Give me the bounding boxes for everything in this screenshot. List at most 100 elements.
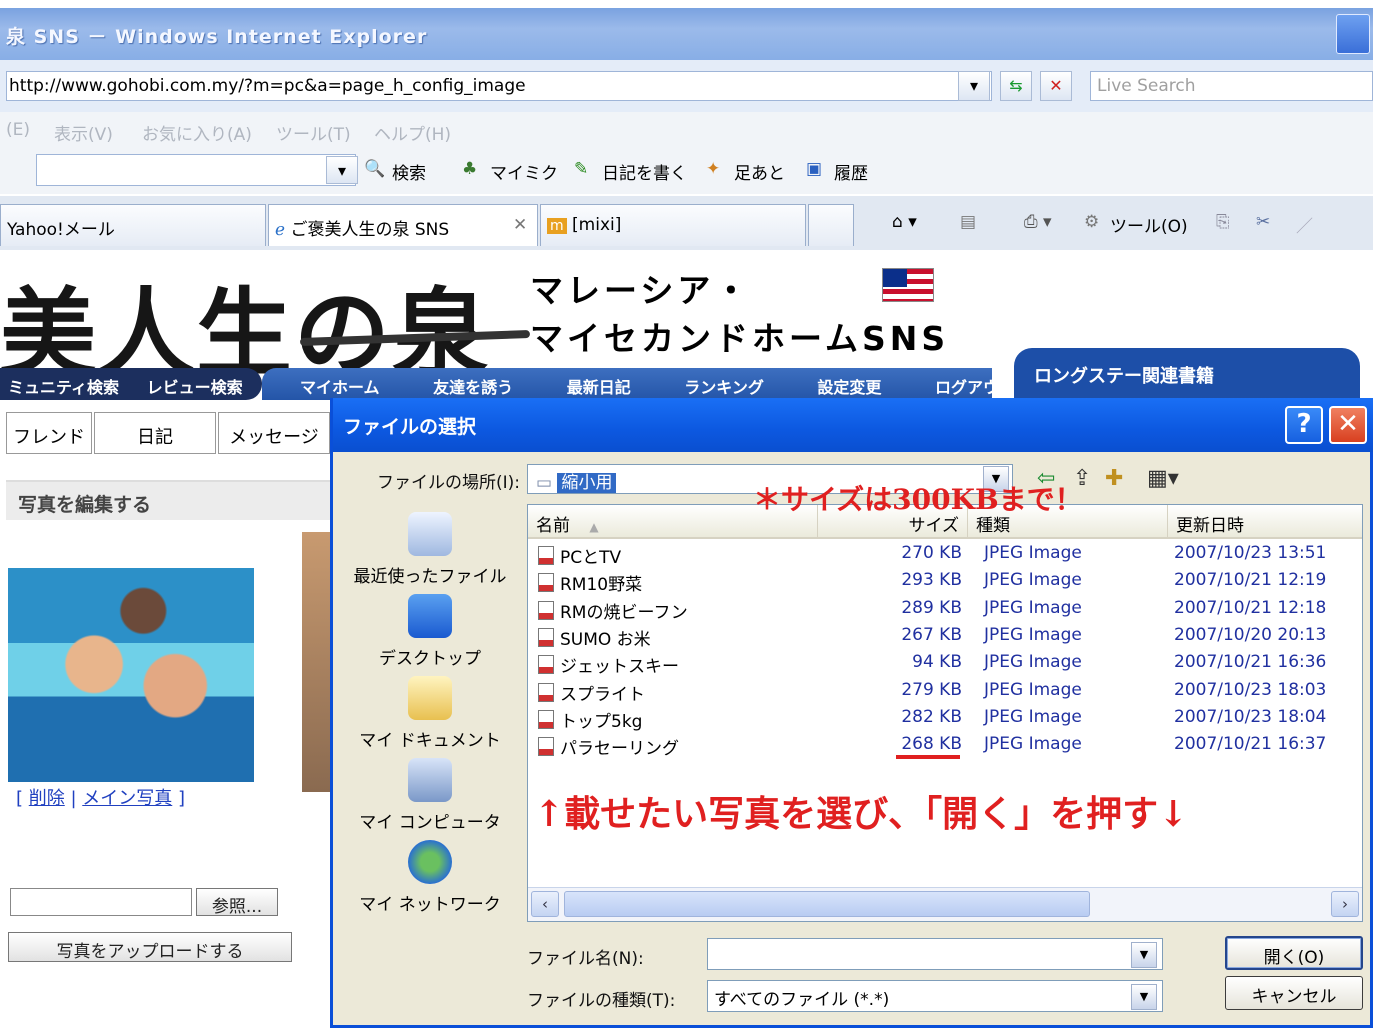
upload-photo-button[interactable]: 写真をアップロードする bbox=[8, 932, 292, 962]
clock-icon bbox=[408, 512, 452, 556]
tab-label: Yahoo!メール bbox=[7, 220, 115, 240]
horizontal-scrollbar[interactable]: ‹ › bbox=[528, 887, 1362, 921]
file-row[interactable]: SUMO お米 267 KB JPEG Image 2007/10/20 20:13 bbox=[528, 623, 1362, 650]
nav-invite-friends[interactable]: 友達を誘う bbox=[433, 378, 513, 397]
toolbar-footprints[interactable]: 足あと bbox=[734, 159, 785, 184]
toolbar-mixi[interactable]: マイミク bbox=[490, 159, 558, 184]
file-row[interactable]: ジェットスキー 94 KB JPEG Image 2007/10/21 16:36 bbox=[528, 650, 1362, 677]
live-search-input[interactable]: Live Search bbox=[1090, 71, 1373, 101]
nav-ranking[interactable]: ランキング bbox=[684, 378, 764, 397]
size-limit-annotation: ＊サイズは300KBまで！ bbox=[753, 483, 1083, 516]
file-type: JPEG Image bbox=[984, 543, 1082, 563]
uploaded-photo-2 bbox=[302, 532, 332, 792]
photo-links: [ 削除 | メイン写真 ] bbox=[16, 788, 186, 809]
file-name: スプライト bbox=[538, 680, 645, 705]
subtab-message[interactable]: メッセージ bbox=[218, 412, 330, 454]
nav-logout[interactable]: ログアウト bbox=[935, 378, 1015, 397]
filetype-select[interactable]: すべてのファイル (*.*) bbox=[707, 980, 1163, 1012]
view-menu-icon[interactable]: ▦▾ bbox=[1147, 466, 1179, 491]
refresh-icon[interactable]: ⇆ bbox=[1000, 71, 1032, 101]
subtab-diary[interactable]: 日記 bbox=[94, 412, 216, 454]
column-name-label: 名前 bbox=[536, 516, 570, 536]
toolbar-search[interactable]: 検索 bbox=[392, 159, 426, 184]
menu-help[interactable]: ヘルプ(H) bbox=[374, 120, 451, 145]
tab-close-icon[interactable]: ✕ bbox=[513, 215, 527, 235]
file-row[interactable]: PCとTV 270 KB JPEG Image 2007/10/23 13:51 bbox=[528, 541, 1362, 568]
dialog-close-button[interactable]: ✕ bbox=[1329, 406, 1367, 444]
tab-gohobi-sns[interactable]: ℯ ご褒美人生の泉 SNS ✕ bbox=[268, 204, 538, 246]
scroll-left-icon[interactable]: ‹ bbox=[531, 891, 559, 917]
print-icon[interactable]: ⎙ ▾ bbox=[1024, 212, 1052, 232]
tools-menu-button[interactable]: ツール(O) bbox=[1110, 212, 1188, 237]
nav-review-search[interactable]: レビュー検索 bbox=[147, 378, 243, 397]
scroll-right-icon[interactable]: › bbox=[1331, 891, 1359, 917]
filetype-dropdown-icon[interactable]: ▼ bbox=[1131, 984, 1157, 1010]
home-icon[interactable]: ⌂ ▾ bbox=[892, 212, 917, 232]
menu-bar: (E) 表示(V) お気に入り(A) ツール(T) ヘルプ(H) bbox=[0, 112, 1373, 148]
desktop-icon bbox=[408, 594, 452, 638]
file-type: JPEG Image bbox=[984, 706, 1082, 727]
uploaded-photo bbox=[8, 568, 254, 782]
tab-label: ご褒美人生の泉 SNS bbox=[290, 220, 450, 240]
file-row[interactable]: RM10野菜 293 KB JPEG Image 2007/10/21 12:19 bbox=[528, 568, 1362, 595]
file-size: 293 KB bbox=[901, 570, 962, 591]
magnifier-icon[interactable]: 🔍 bbox=[364, 159, 385, 179]
file-name: PCとTV bbox=[538, 543, 621, 568]
delete-link[interactable]: 削除 bbox=[29, 788, 65, 809]
tab-yahoo-mail[interactable]: Yahoo!メール bbox=[0, 204, 266, 246]
feeds-icon[interactable]: ▤ bbox=[960, 212, 976, 232]
open-button[interactable]: 開く(O) bbox=[1225, 936, 1363, 970]
place-my-documents[interactable]: マイ ドキュメント bbox=[345, 676, 515, 751]
folder-icon: ▭ bbox=[536, 473, 553, 493]
place-recent[interactable]: 最近使ったファイル bbox=[345, 512, 515, 587]
place-label: デスクトップ bbox=[379, 649, 481, 669]
combo-dropdown-icon[interactable]: ▾ bbox=[326, 156, 358, 184]
help-button[interactable]: ? bbox=[1285, 406, 1323, 444]
toolbar-history[interactable]: 履歴 bbox=[834, 159, 868, 184]
place-my-computer[interactable]: マイ コンピュータ bbox=[345, 758, 515, 833]
scroll-thumb[interactable] bbox=[564, 891, 1090, 917]
cancel-button[interactable]: キャンセル bbox=[1225, 976, 1363, 1010]
filename-input[interactable] bbox=[707, 938, 1163, 970]
file-path-input[interactable] bbox=[10, 888, 192, 916]
toolbar-search-combo[interactable] bbox=[36, 154, 356, 186]
browse-button[interactable]: 参照... bbox=[196, 888, 278, 917]
nav-my-home[interactable]: マイホーム bbox=[300, 378, 380, 397]
gear-icon[interactable]: ⚙ bbox=[1084, 212, 1099, 232]
window-maximize-button[interactable] bbox=[1336, 14, 1370, 54]
subtab-friend[interactable]: フレンド bbox=[6, 412, 92, 454]
tab-label: [mixi] bbox=[572, 215, 622, 235]
address-bar: http://www.gohobi.com.my/?m=pc&a=page_h_… bbox=[0, 60, 1373, 112]
column-date[interactable]: 更新日時 bbox=[1168, 505, 1362, 539]
filename-dropdown-icon[interactable]: ▼ bbox=[1131, 942, 1157, 968]
main-photo-link[interactable]: メイン写真 bbox=[82, 788, 172, 809]
menu-tools[interactable]: ツール(T) bbox=[276, 120, 351, 145]
stop-icon[interactable]: ✕ bbox=[1040, 71, 1072, 101]
ie-page-icon: ℯ bbox=[275, 220, 286, 240]
toolbar-write-diary[interactable]: 日記を書く bbox=[602, 159, 687, 184]
menu-edit[interactable]: (E) bbox=[6, 120, 30, 140]
file-name: SUMO お米 bbox=[538, 625, 651, 650]
url-dropdown-icon[interactable]: ▾ bbox=[958, 71, 990, 101]
nav-latest-diary[interactable]: 最新日記 bbox=[567, 378, 631, 397]
longstay-books-link[interactable]: ロングステー関連書籍 bbox=[1014, 348, 1360, 400]
new-folder-icon[interactable]: ✚ bbox=[1105, 466, 1123, 491]
new-tab-button[interactable] bbox=[808, 204, 854, 246]
place-label: マイ ドキュメント bbox=[359, 731, 501, 751]
place-my-network[interactable]: マイ ネットワーク bbox=[345, 840, 515, 915]
nav-settings[interactable]: 設定変更 bbox=[817, 378, 881, 397]
place-desktop[interactable]: デスクトップ bbox=[345, 594, 515, 669]
menu-favorites[interactable]: お気に入り(A) bbox=[142, 120, 252, 145]
file-date: 2007/10/21 16:37 bbox=[1174, 734, 1327, 755]
research-icon[interactable]: ⎘ bbox=[1216, 212, 1230, 232]
file-row[interactable]: トップ5kg 282 KB JPEG Image 2007/10/23 18:04 bbox=[528, 705, 1362, 732]
menu-view[interactable]: 表示(V) bbox=[54, 120, 113, 145]
blog-icon[interactable]: ✂ bbox=[1256, 212, 1270, 232]
url-field[interactable]: http://www.gohobi.com.my/?m=pc&a=page_h_… bbox=[6, 71, 992, 101]
people-icon: ♣ bbox=[462, 159, 478, 179]
file-row[interactable]: スプライト 279 KB JPEG Image 2007/10/23 18:03 bbox=[528, 678, 1362, 705]
file-row[interactable]: RMの焼ビーフン 289 KB JPEG Image 2007/10/21 12:18 bbox=[528, 596, 1362, 623]
pen-icon[interactable]: ／ bbox=[1296, 212, 1313, 237]
nav-community-search[interactable]: ミュニティ検索 bbox=[8, 378, 119, 397]
tab-mixi[interactable]: m [mixi] bbox=[540, 204, 806, 246]
